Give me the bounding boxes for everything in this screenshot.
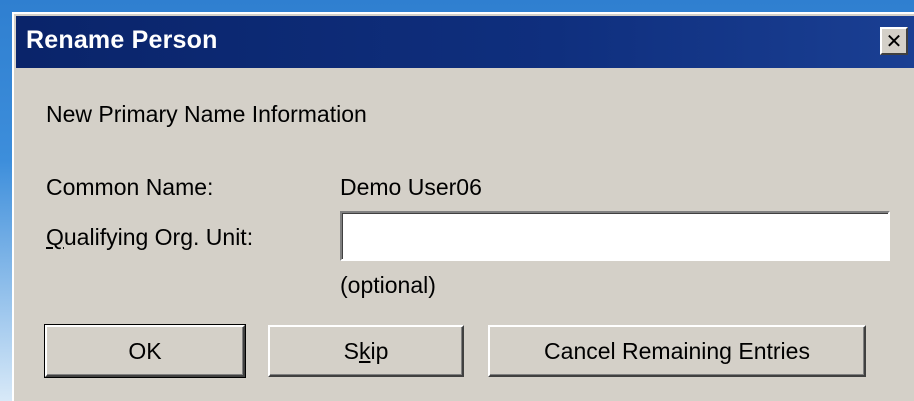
skip-label-mnemonic: k	[358, 337, 371, 364]
ok-label: OK	[128, 337, 162, 364]
optional-note: (optional)	[340, 272, 436, 298]
skip-button[interactable]: Skip	[268, 325, 464, 377]
qualifying-org-unit-label: Qualifying Org. Unit:	[46, 224, 253, 251]
qou-label-mnemonic: Q	[46, 224, 64, 250]
qou-label-rest: ualifying Org. Unit:	[63, 224, 254, 250]
dialog-title: Rename Person	[26, 26, 218, 54]
ok-button[interactable]: OK	[44, 324, 246, 378]
skip-label: Skip	[344, 338, 389, 365]
section-heading: New Primary Name Information	[46, 101, 367, 127]
skip-label-post: ip	[370, 337, 389, 364]
skip-label-pre: S	[343, 337, 359, 364]
common-name-label: Common Name:	[46, 174, 214, 200]
qualifying-org-unit-input[interactable]	[340, 211, 890, 261]
close-button[interactable]: ✕	[880, 27, 908, 55]
cancel-remaining-entries-button[interactable]: Cancel Remaining Entries	[488, 325, 866, 377]
close-icon: ✕	[885, 29, 903, 53]
cancel-label: Cancel Remaining Entries	[544, 337, 810, 364]
title-bar[interactable]: Rename Person ✕	[16, 16, 914, 68]
common-name-value: Demo User06	[340, 174, 482, 200]
rename-person-dialog: Rename Person ✕ New Primary Name Informa…	[12, 12, 914, 401]
